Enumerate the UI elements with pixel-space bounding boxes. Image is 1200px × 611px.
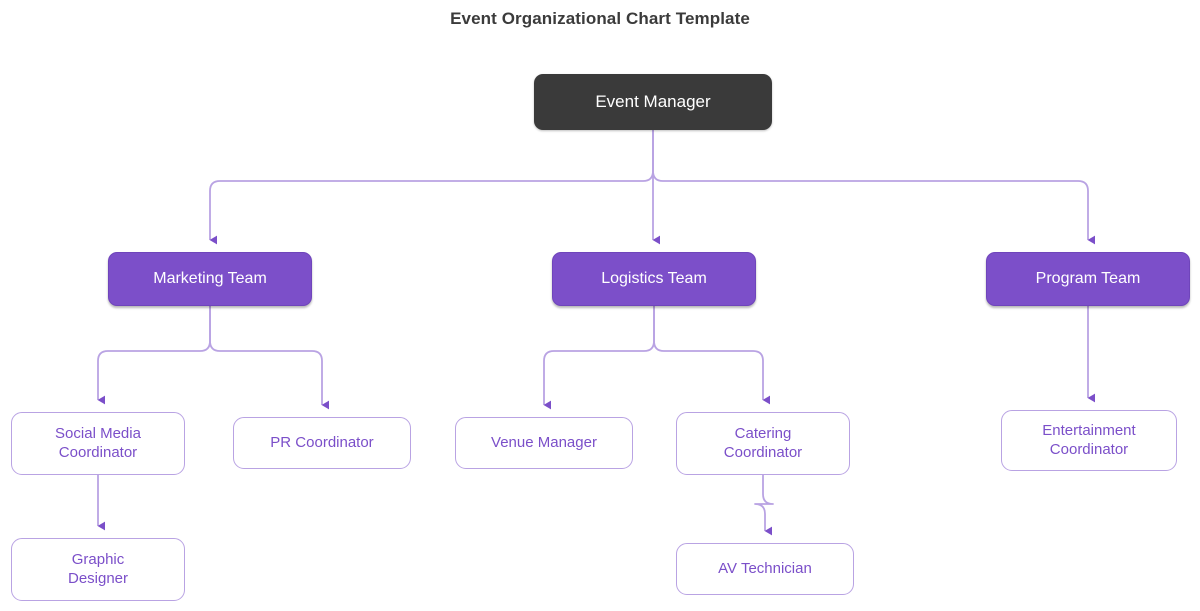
node-marketing-team[interactable]: Marketing Team: [108, 252, 312, 306]
node-label: AV Technician: [718, 559, 812, 577]
node-catering-coordinator[interactable]: Catering Coordinator: [676, 412, 850, 475]
node-label: Venue Manager: [491, 433, 597, 451]
node-social-media-coordinator[interactable]: Social Media Coordinator: [11, 412, 185, 475]
edge-manager-program: [652, 130, 1095, 245]
node-label: Event Manager: [595, 91, 711, 111]
node-label: Program Team: [1035, 270, 1141, 288]
edge-manager-marketing: [209, 130, 654, 245]
node-label: Logistics Team: [601, 270, 707, 288]
node-label: Entertainment Coordinator: [1042, 422, 1136, 458]
node-graphic-designer[interactable]: Graphic Designer: [11, 538, 185, 601]
node-label: Catering Coordinator: [723, 425, 803, 461]
node-label: Graphic Designer: [67, 551, 129, 587]
node-label: Marketing Team: [153, 270, 267, 288]
page-title: Event Organizational Chart Template: [450, 9, 750, 28]
edge-catering-av: [754, 475, 774, 536]
node-entertainment-coordinator[interactable]: Entertainment Coordinator: [1001, 410, 1177, 471]
edge-marketing-pr: [209, 306, 329, 410]
node-program-team[interactable]: Program Team: [986, 252, 1190, 306]
edge-logistics-venue: [543, 306, 655, 410]
edge-logistics-catering: [653, 306, 770, 405]
node-logistics-team[interactable]: Logistics Team: [552, 252, 756, 306]
edge-marketing-social: [97, 306, 211, 405]
org-chart: Event Organizational Chart Template Even…: [0, 0, 1200, 611]
node-event-manager[interactable]: Event Manager: [534, 74, 772, 130]
node-label: Social Media Coordinator: [55, 425, 141, 461]
node-label: PR Coordinator: [270, 433, 374, 451]
node-pr-coordinator[interactable]: PR Coordinator: [233, 417, 411, 469]
node-av-technician[interactable]: AV Technician: [676, 543, 854, 595]
node-venue-manager[interactable]: Venue Manager: [455, 417, 633, 469]
